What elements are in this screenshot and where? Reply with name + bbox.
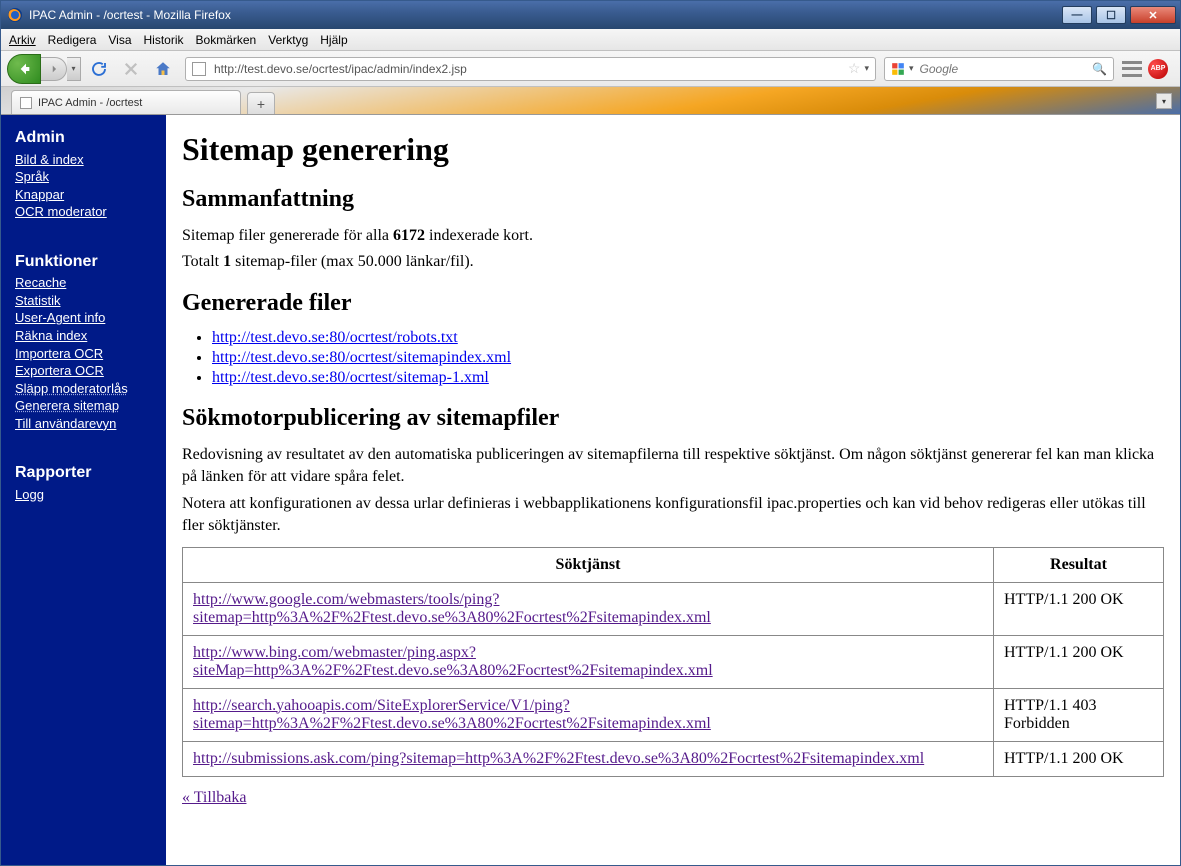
result-cell: HTTP/1.1 200 OK bbox=[994, 741, 1164, 776]
menu-hjalp[interactable]: Hjälp bbox=[320, 33, 347, 47]
result-cell: HTTP/1.1 403 Forbidden bbox=[994, 688, 1164, 741]
new-tab-button[interactable]: + bbox=[247, 92, 275, 114]
result-cell: HTTP/1.1 200 OK bbox=[994, 582, 1164, 635]
heading-sokmotorpublicering: Sökmotorpublicering av sitemapfiler bbox=[182, 405, 1164, 432]
page-title: Sitemap generering bbox=[182, 131, 1164, 168]
file-link-robots[interactable]: http://test.devo.se:80/ocrtest/robots.tx… bbox=[212, 329, 458, 346]
ping-link-ask[interactable]: http://submissions.ask.com/ping?sitemap=… bbox=[193, 750, 924, 767]
sidebar-heading-funktioner: Funktioner bbox=[15, 251, 156, 273]
sidebar-link-rakna-index[interactable]: Räkna index bbox=[15, 327, 156, 345]
menu-arkiv[interactable]: Arkiv bbox=[9, 33, 36, 47]
table-row: http://search.yahooapis.com/SiteExplorer… bbox=[183, 688, 1164, 741]
sidebar-link-slapp-moderatorlas[interactable]: Släpp moderatorlås bbox=[15, 380, 156, 398]
titlebar: IPAC Admin - /ocrtest - Mozilla Firefox … bbox=[1, 1, 1180, 29]
minimize-button[interactable]: — bbox=[1062, 6, 1092, 24]
sidebar-link-logg[interactable]: Logg bbox=[15, 486, 156, 504]
browser-window: IPAC Admin - /ocrtest - Mozilla Firefox … bbox=[0, 0, 1181, 866]
nav-arrows: ▾ bbox=[7, 54, 81, 84]
forward-button[interactable] bbox=[41, 57, 67, 81]
tab-strip: IPAC Admin - /ocrtest + ▾ bbox=[1, 87, 1180, 115]
url-input[interactable] bbox=[212, 61, 844, 77]
sidebar-link-exportera-ocr[interactable]: Exportera OCR bbox=[15, 362, 156, 380]
table-row: http://www.bing.com/webmaster/ping.aspx?… bbox=[183, 635, 1164, 688]
heading-sammanfattning: Sammanfattning bbox=[182, 186, 1164, 213]
maximize-button[interactable]: ☐ bbox=[1096, 6, 1126, 24]
sidebar-link-statistik[interactable]: Statistik bbox=[15, 292, 156, 310]
sidebar-link-user-agent[interactable]: User-Agent info bbox=[15, 309, 156, 327]
toolbar-options-icon[interactable] bbox=[1122, 61, 1142, 77]
publish-paragraph-1: Redovisning av resultatet av den automat… bbox=[182, 444, 1164, 487]
menu-bokmarken[interactable]: Bokmärken bbox=[196, 33, 257, 47]
google-icon bbox=[891, 62, 905, 76]
tab-favicon bbox=[20, 97, 32, 109]
sidebar-link-till-anvandarevyn[interactable]: Till användarevyn bbox=[15, 415, 156, 433]
search-input[interactable] bbox=[918, 61, 1093, 77]
publish-paragraph-2: Notera att konfigurationen av dessa urla… bbox=[182, 493, 1164, 536]
sidebar-link-recache[interactable]: Recache bbox=[15, 274, 156, 292]
sidebar-link-ocr-moderator[interactable]: OCR moderator bbox=[15, 203, 156, 221]
list-item: http://test.devo.se:80/ocrtest/sitemap-1… bbox=[212, 369, 1164, 387]
search-go-icon[interactable]: 🔍 bbox=[1092, 62, 1107, 76]
window-buttons: — ☐ ✕ bbox=[1062, 6, 1176, 24]
main-content: Sitemap generering Sammanfattning Sitema… bbox=[166, 115, 1180, 865]
stop-button[interactable] bbox=[117, 55, 145, 83]
bookmark-star-icon[interactable]: ☆ bbox=[848, 60, 861, 77]
ping-link-yahoo[interactable]: http://search.yahooapis.com/SiteExplorer… bbox=[193, 697, 711, 732]
list-item: http://test.devo.se:80/ocrtest/robots.tx… bbox=[212, 329, 1164, 347]
back-link[interactable]: « Tillbaka bbox=[182, 789, 246, 807]
ping-link-google[interactable]: http://www.google.com/webmasters/tools/p… bbox=[193, 591, 711, 626]
sidebar-heading-rapporter: Rapporter bbox=[15, 462, 156, 484]
col-resultat: Resultat bbox=[994, 547, 1164, 582]
sidebar-link-bild-index[interactable]: Bild & index bbox=[15, 151, 156, 169]
tabs-list-dropdown[interactable]: ▾ bbox=[1156, 93, 1172, 109]
reload-button[interactable] bbox=[85, 55, 113, 83]
file-link-sitemap-1[interactable]: http://test.devo.se:80/ocrtest/sitemap-1… bbox=[212, 369, 489, 386]
admin-sidebar: Admin Bild & index Språk Knappar OCR mod… bbox=[1, 115, 166, 865]
sidebar-link-sprak[interactable]: Språk bbox=[15, 168, 156, 186]
summary-line-1: Sitemap filer genererade för alla 6172 i… bbox=[182, 225, 1164, 247]
table-row: http://www.google.com/webmasters/tools/p… bbox=[183, 582, 1164, 635]
ping-link-bing[interactable]: http://www.bing.com/webmaster/ping.aspx?… bbox=[193, 644, 713, 679]
menu-redigera[interactable]: Redigera bbox=[48, 33, 97, 47]
sidebar-heading-admin: Admin bbox=[15, 127, 156, 149]
page-viewport: Admin Bild & index Språk Knappar OCR mod… bbox=[1, 115, 1180, 865]
results-table: Söktjänst Resultat http://www.google.com… bbox=[182, 547, 1164, 777]
menu-historik[interactable]: Historik bbox=[144, 33, 184, 47]
generated-files-list: http://test.devo.se:80/ocrtest/robots.tx… bbox=[212, 329, 1164, 387]
home-button[interactable] bbox=[149, 55, 177, 83]
menu-verktyg[interactable]: Verktyg bbox=[268, 33, 308, 47]
back-button[interactable] bbox=[7, 54, 41, 84]
search-box[interactable]: ▾ 🔍 bbox=[884, 57, 1114, 81]
sidebar-link-importera-ocr[interactable]: Importera OCR bbox=[15, 345, 156, 363]
adblock-icon[interactable]: ABP bbox=[1148, 59, 1168, 79]
close-button[interactable]: ✕ bbox=[1130, 6, 1176, 24]
menu-visa[interactable]: Visa bbox=[108, 33, 131, 47]
window-title: IPAC Admin - /ocrtest - Mozilla Firefox bbox=[29, 8, 1062, 22]
list-item: http://test.devo.se:80/ocrtest/sitemapin… bbox=[212, 349, 1164, 367]
sidebar-link-generera-sitemap[interactable]: Generera sitemap bbox=[15, 397, 156, 415]
url-bar[interactable]: ☆ ▾ bbox=[185, 57, 876, 81]
tab-active[interactable]: IPAC Admin - /ocrtest bbox=[11, 90, 241, 114]
tab-title: IPAC Admin - /ocrtest bbox=[38, 97, 142, 109]
file-link-sitemapindex[interactable]: http://test.devo.se:80/ocrtest/sitemapin… bbox=[212, 349, 511, 366]
toolbar: ▾ ☆ ▾ ▾ 🔍 ABP bbox=[1, 51, 1180, 87]
nav-history-dropdown[interactable]: ▾ bbox=[67, 57, 81, 81]
result-cell: HTTP/1.1 200 OK bbox=[994, 635, 1164, 688]
url-dropdown-icon[interactable]: ▾ bbox=[864, 63, 869, 74]
menubar: Arkiv Redigera Visa Historik Bokmärken V… bbox=[1, 29, 1180, 51]
heading-genererade-filer: Genererade filer bbox=[182, 290, 1164, 317]
col-soktjanst: Söktjänst bbox=[183, 547, 994, 582]
search-engine-dropdown[interactable]: ▾ bbox=[909, 63, 914, 74]
site-identity-icon[interactable] bbox=[192, 62, 206, 76]
sidebar-link-knappar[interactable]: Knappar bbox=[15, 186, 156, 204]
firefox-icon bbox=[7, 7, 23, 23]
table-row: http://submissions.ask.com/ping?sitemap=… bbox=[183, 741, 1164, 776]
summary-line-2: Totalt 1 sitemap-filer (max 50.000 länka… bbox=[182, 251, 1164, 273]
